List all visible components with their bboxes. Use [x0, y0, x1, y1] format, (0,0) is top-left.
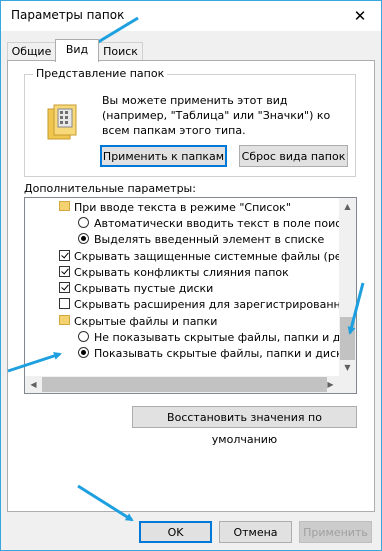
horizontal-scrollbar[interactable]: ◀ ▶: [25, 376, 339, 393]
list-item-label: Показывать скрытые файлы, папки и диски: [94, 347, 350, 360]
folder-icon: [59, 201, 70, 211]
tab-search[interactable]: Поиск: [98, 42, 143, 61]
folder-icon: [59, 315, 70, 325]
checkbox-hide-empty-drives[interactable]: [59, 282, 70, 293]
checkbox-hide-merge-conflicts[interactable]: [59, 266, 70, 277]
list-item-label: При вводе текста в режиме "Список": [74, 201, 291, 214]
view-tab-panel: Представление папок Вы можете применить …: [7, 60, 375, 512]
window-title: Параметры папок: [11, 8, 125, 22]
list-item-label: Скрывать пустые диски: [74, 282, 214, 295]
tab-general[interactable]: Общие: [7, 42, 56, 61]
list-item-label: Скрытые файлы и папки: [74, 315, 218, 328]
apply-to-folders-button[interactable]: Применить к папкам: [100, 145, 227, 167]
folder-views-description: Вы можете применить этот вид (например, …: [102, 94, 331, 137]
tab-view[interactable]: Вид: [55, 39, 99, 62]
scroll-up-icon[interactable]: ▲: [339, 198, 356, 215]
radio-dont-show-hidden[interactable]: [78, 331, 89, 342]
radio-show-hidden[interactable]: [78, 347, 89, 358]
scroll-corner: [339, 376, 356, 393]
list-item-label: Скрывать защищенные системные файлы (рек…: [74, 250, 357, 263]
vertical-scroll-thumb[interactable]: [340, 317, 355, 360]
scroll-right-icon[interactable]: ▶: [322, 376, 339, 393]
folder-view-icon: [47, 104, 77, 140]
list-item-label: Скрывать расширения для зарегистрированн…: [74, 298, 357, 311]
checkbox-hide-extensions[interactable]: [59, 298, 70, 309]
scroll-down-icon[interactable]: ▼: [339, 359, 356, 376]
close-icon[interactable]: ✕: [343, 1, 377, 31]
radio-select-typed-item[interactable]: [78, 233, 89, 244]
horizontal-scroll-thumb[interactable]: [42, 377, 327, 392]
ok-button[interactable]: OK: [139, 521, 212, 543]
apply-button[interactable]: Применить: [299, 521, 372, 543]
list-item-label: Автоматически вводить текст в поле поиск…: [94, 217, 355, 230]
list-item-label: Не показывать скрытые файлы, папки и дис…: [94, 331, 357, 344]
title-bar: Параметры папок ✕: [1, 1, 381, 31]
vertical-scrollbar[interactable]: ▲ ▼: [339, 198, 356, 376]
folder-views-group: Представление папок Вы можете применить …: [24, 67, 356, 177]
advanced-settings-label: Дополнительные параметры:: [24, 182, 196, 195]
list-item-label: Выделять введенный элемент в списке: [94, 233, 325, 246]
folder-views-label: Представление папок: [33, 67, 168, 80]
advanced-settings-list[interactable]: При вводе текста в режиме "Список" Автом…: [24, 197, 357, 394]
reset-folders-button[interactable]: Сброс вида папок: [239, 145, 348, 167]
folder-options-window: Параметры папок ✕ Общие Вид Поиск Предст…: [0, 0, 382, 551]
restore-defaults-button[interactable]: Восстановить значения по умолчанию: [132, 406, 357, 446]
scroll-left-icon[interactable]: ◀: [25, 376, 42, 393]
cancel-button[interactable]: Отмена: [219, 521, 292, 543]
radio-auto-type-search[interactable]: [78, 217, 89, 228]
list-item-label: Скрывать конфликты слияния папок: [74, 266, 289, 279]
checkbox-hide-system-files[interactable]: [59, 250, 70, 261]
